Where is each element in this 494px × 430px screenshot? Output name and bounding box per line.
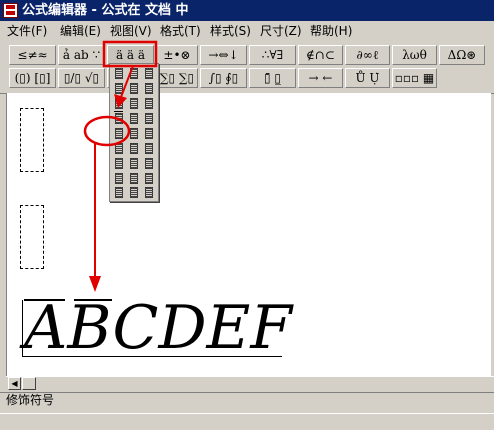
embellishment-diagonal-icon[interactable] — [142, 185, 155, 198]
embellishment-right-arrow-icon[interactable] — [127, 126, 140, 139]
embellishment-overbar-icon[interactable] — [112, 111, 125, 124]
embellishment-slash-icon[interactable] — [127, 171, 140, 184]
embellishment-double-arrow-icon[interactable] — [142, 126, 155, 139]
logic-palette-button[interactable]: ∴∀∃ — [249, 45, 296, 65]
empty-slot-placeholder[interactable] — [20, 205, 44, 269]
fractions-radicals-palette-button[interactable]: ▯/▯ √▯ — [58, 68, 105, 88]
fences-palette-button[interactable]: (▯) [▯] — [9, 68, 56, 88]
relations-palette-button[interactable]: ≤≠≈ — [9, 45, 56, 65]
equation-toolbar: ≤≠≈ ả ab ∵ ä ä ä ±•⊗ →⇔↓ ∴∀∃ ∉∩⊂ ∂∞ℓ λωθ… — [0, 41, 494, 94]
embellishment-hat-icon[interactable] — [112, 96, 125, 109]
products-palette-button[interactable]: Ů Ụ̇ — [345, 68, 390, 88]
embellishment-strike-icon[interactable] — [142, 156, 155, 169]
greek-uppercase-palette-button[interactable]: ΔΩ⊛ — [439, 45, 485, 65]
embellishment-tilde-icon[interactable] — [127, 111, 140, 124]
summation-palette-button[interactable]: ∑▯ ∑▯ — [156, 68, 198, 88]
horizontal-scrollbar[interactable] — [6, 376, 494, 393]
embellishment-double-bar-icon[interactable] — [127, 156, 140, 169]
status-text: 修饰符号 — [6, 393, 55, 407]
greek-lowercase-palette-button[interactable]: λωθ — [392, 45, 437, 65]
menu-format[interactable]: 格式(T) — [160, 24, 201, 38]
scrollbar-thumb[interactable] — [22, 377, 36, 390]
menu-help[interactable]: 帮助(H) — [310, 24, 352, 38]
menu-file[interactable]: 文件(F) — [7, 24, 47, 38]
embellishment-palette-button[interactable]: ä ä ä — [107, 45, 154, 65]
embellishment-bar-icon[interactable] — [142, 141, 155, 154]
embellishment-left-arrow-icon[interactable] — [112, 126, 125, 139]
embellishment-triple-prime-icon[interactable] — [142, 66, 155, 79]
embellishment-double-dot-icon[interactable] — [127, 81, 140, 94]
arrows-palette-button[interactable]: →⇔↓ — [200, 45, 247, 65]
equation-editor-app-icon[interactable] — [3, 3, 18, 18]
embellishment-double-prime-icon[interactable] — [127, 66, 140, 79]
menu-style[interactable]: 样式(S) — [210, 24, 251, 38]
status-bar — [0, 392, 494, 411]
matrices-palette-button[interactable]: ▫▫▫ ▦ — [392, 68, 437, 88]
scroll-left-arrow-icon[interactable]: ◀ — [8, 377, 21, 390]
bottom-strip — [0, 413, 494, 430]
embellishment-underbar-icon[interactable] — [112, 156, 125, 169]
embellishment-box-icon[interactable] — [112, 171, 125, 184]
misc-symbols-palette-button[interactable]: ∂∞ℓ — [345, 45, 390, 65]
operators-palette-button[interactable]: ±•⊗ — [156, 45, 198, 65]
embellishment-harpoon-icon[interactable] — [112, 141, 125, 154]
spaces-palette-button[interactable]: ả ab ∵ — [58, 45, 105, 65]
menu-view[interactable]: 视图(V) — [110, 24, 152, 38]
embellishment-left-harpoon-icon[interactable] — [127, 141, 140, 154]
embellishment-dropdown-palette — [109, 63, 159, 202]
embellishment-prime-icon[interactable] — [112, 66, 125, 79]
embellishment-backslash-icon[interactable] — [142, 171, 155, 184]
embellishment-dot-icon[interactable] — [112, 81, 125, 94]
labeled-arrows-palette-button[interactable]: → ← — [298, 68, 343, 88]
equation-formula[interactable]: ABCDEF — [24, 298, 292, 358]
title-bar: 公式编辑器 - 公式在 文档 中 — [0, 0, 494, 21]
embellishment-check-icon[interactable] — [127, 96, 140, 109]
embellishment-up-slash-icon[interactable] — [127, 185, 140, 198]
empty-slot-placeholder[interactable] — [20, 108, 44, 172]
embellishment-cross-icon[interactable] — [112, 185, 125, 198]
menu-size[interactable]: 尺寸(Z) — [260, 24, 302, 38]
window-title: 公式编辑器 - 公式在 文档 中 — [22, 3, 189, 18]
sets-palette-button[interactable]: ∉∩⊂ — [298, 45, 343, 65]
embellishment-arc-icon[interactable] — [142, 96, 155, 109]
underbar-overbar-palette-button[interactable]: ▯̄ ▯̲ — [249, 68, 296, 88]
integrals-palette-button[interactable]: ∫▯ ∮▯ — [200, 68, 247, 88]
menu-edit[interactable]: 编辑(E) — [60, 24, 101, 38]
embellishment-vector-icon[interactable] — [142, 111, 155, 124]
formula-baseline — [22, 356, 282, 357]
embellishment-triple-dot-icon[interactable] — [142, 81, 155, 94]
insertion-cursor — [22, 300, 23, 357]
menu-bar: 文件(F) 编辑(E) 视图(V) 格式(T) 样式(S) 尺寸(Z) 帮助(H… — [0, 21, 494, 41]
